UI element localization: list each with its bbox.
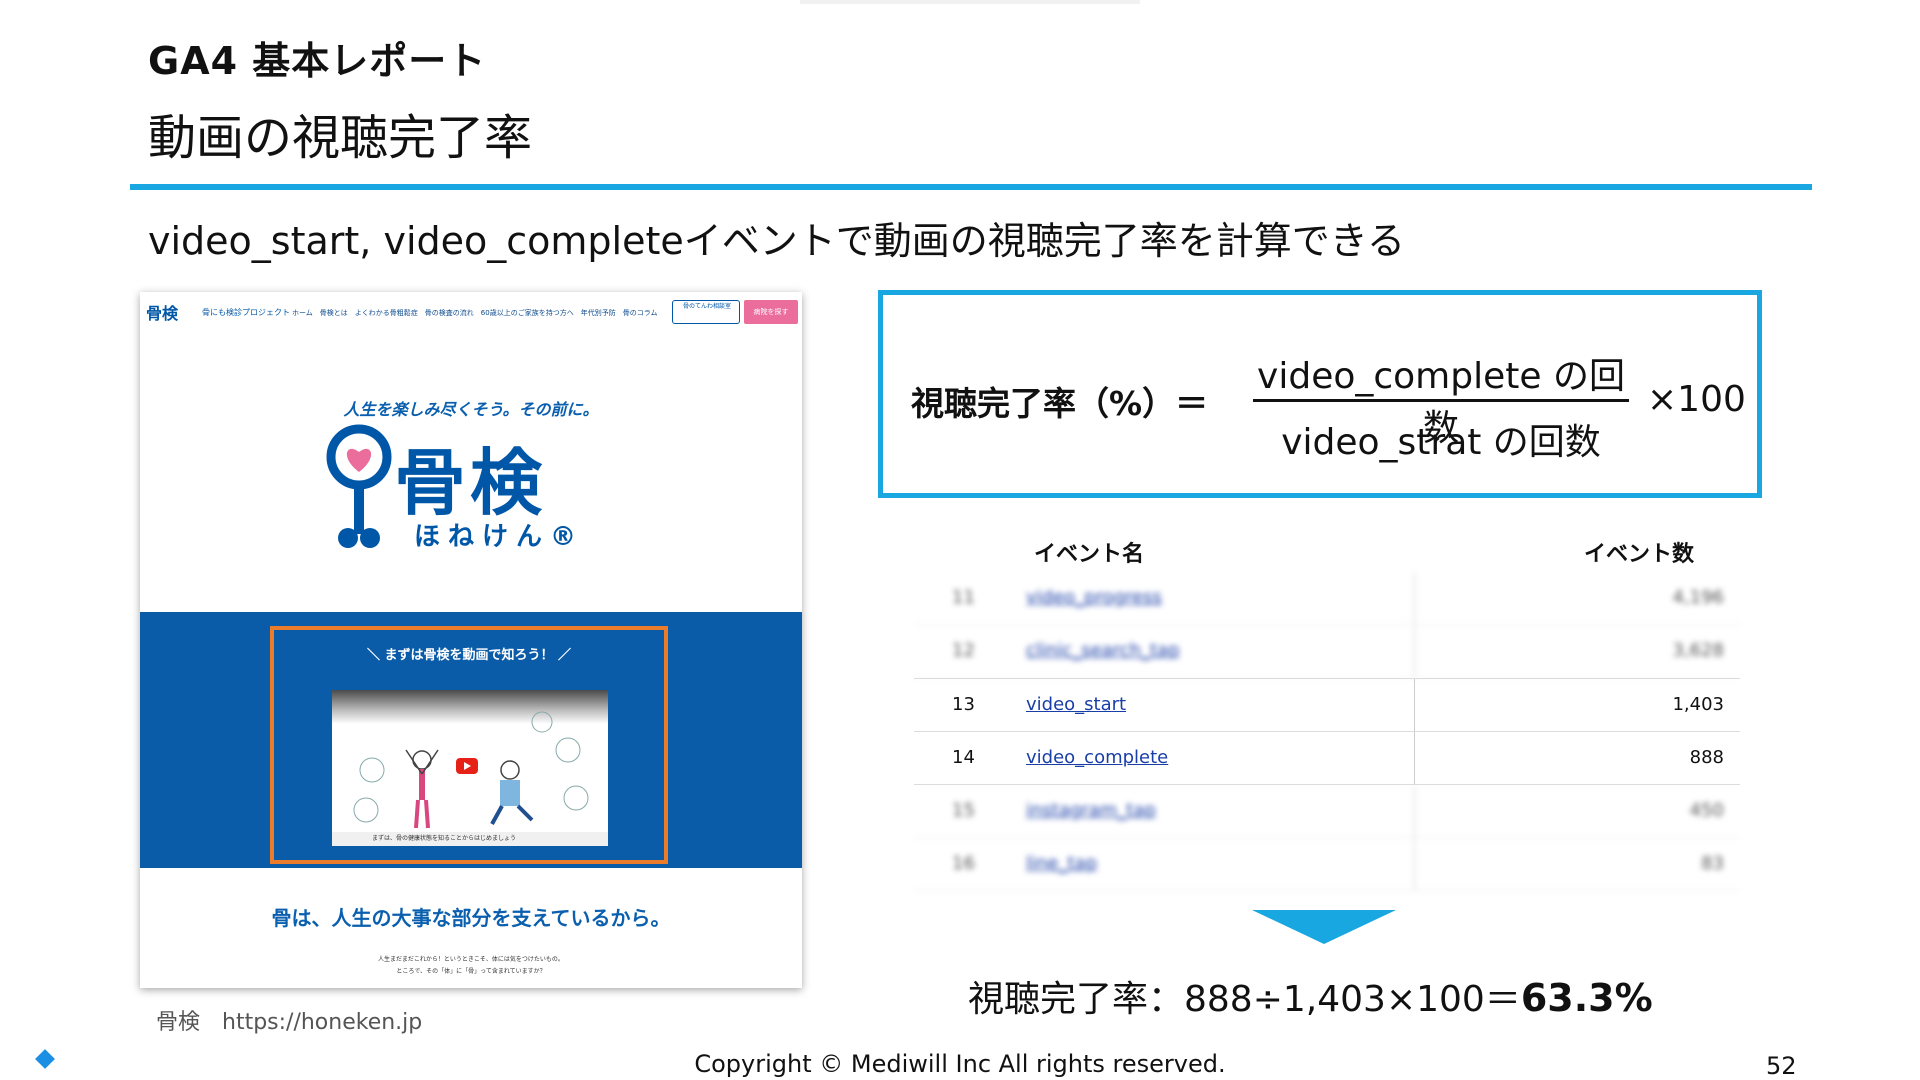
title-divider [130,184,1812,190]
table-row: 14 video_complete 888 [914,732,1740,785]
event-link-video-start[interactable]: video_start [1026,694,1126,715]
table-header: イベント名 イベント数 [914,528,1740,572]
formula-denominator: video_strat の回数 [1281,422,1601,463]
event-link[interactable]: clinic_search_tap [1026,640,1180,661]
col-event-count: イベント数 [1583,542,1694,567]
site-bottom-text: 人生まだまだこれから！というときこそ、体には気をつけたいもの。 ところで、その「… [378,956,564,975]
source-caption: 骨検 https://honeken.jp [156,1010,423,1035]
site-logo-subtitle: 骨にも検診プロジェクト [202,308,290,317]
website-screenshot: 骨検 骨にも検診プロジェクト ホーム 骨検とは よくわかる骨粗鬆症 骨の検査の流… [140,292,802,988]
events-table: イベント名 イベント数 11 video_progress 4,196 12 c… [914,528,1740,891]
slide-title: 動画の視聴完了率 [148,110,533,166]
event-link[interactable]: line_tap [1026,853,1097,874]
video-heading: ＼ まずは骨検を動画で知ろう！ ／ [366,648,572,663]
table-row: 12 clinic_search_tap 3,628 [914,625,1740,678]
video-highlight-box: ＼ まずは骨検を動画で知ろう！ ／ まずは、骨の健康状態を知ることからはじめまし… [270,626,668,864]
down-arrow-icon [1252,910,1396,944]
logo-main-text: 骨検 [394,441,547,525]
table-row: 13 video_start 1,403 [914,678,1740,732]
site-bottom-title: 骨は、人生の大事な部分を支えているから。 [271,906,671,930]
formula-multiplier: ×100 [1647,379,1746,420]
fraction-bar [1253,399,1629,402]
result-prefix: 視聴完了率：888÷1,403×100＝ [968,979,1521,1020]
table-row: 16 line_tap 83 [914,838,1740,891]
site-find-hospital-button: 病院を探す [744,300,798,324]
event-link[interactable]: instagram_tap [1026,800,1156,821]
honeken-logo: 骨検 ほねけん® [326,424,586,554]
table-row: 11 video_progress 4,196 [914,572,1740,625]
event-link[interactable]: video_progress [1026,587,1162,608]
copyright: Copyright © Mediwill Inc All rights rese… [694,1050,1226,1078]
formula-box: 視聴完了率（%）＝ video_complete の回数 video_strat… [878,290,1762,498]
site-tagline: 人生を楽しみ尽くそう。その前に。 [343,400,599,419]
site-nav-bar: 骨検 骨にも検診プロジェクト ホーム 骨検とは よくわかる骨粗鬆症 骨の検査の流… [146,300,798,326]
slide-section-title: GA4 基本レポート [148,39,487,83]
col-event-name: イベント名 [1034,542,1145,567]
site-logo-small: 骨検 [146,304,179,323]
page-number: 52 [1766,1052,1797,1080]
embedded-video: まずは、骨の健康状態を知ることからはじめましょう [332,690,608,846]
video-caption: まずは、骨の健康状態を知ることからはじめましょう [332,832,608,846]
top-decoration-line [800,0,1140,4]
bone-heart-icon [326,424,392,548]
site-consult-link: 骨のてんわ相談室 [672,300,740,324]
lead-text: video_start, video_completeイベントで動画の視聴完了率… [148,219,1405,263]
video-section: ＼ まずは骨検を動画で知ろう！ ／ まずは、骨の健康状態を知ることからはじめまし… [140,612,802,868]
result-line: 視聴完了率：888÷1,403×100＝63.3% [968,970,1653,1022]
table-row: 15 instagram_tap 450 [914,785,1740,838]
event-link-video-complete[interactable]: video_complete [1026,747,1168,768]
youtube-play-icon[interactable] [456,758,478,774]
result-value: 63.3% [1520,976,1653,1020]
logo-kana-text: ほねけん® [414,522,585,552]
site-nav-items: ホーム 骨検とは よくわかる骨粗鬆症 骨の検査の流れ 60歳以上のご家族を持つ方… [292,309,658,317]
formula-label: 視聴完了率（%）＝ [911,384,1209,423]
